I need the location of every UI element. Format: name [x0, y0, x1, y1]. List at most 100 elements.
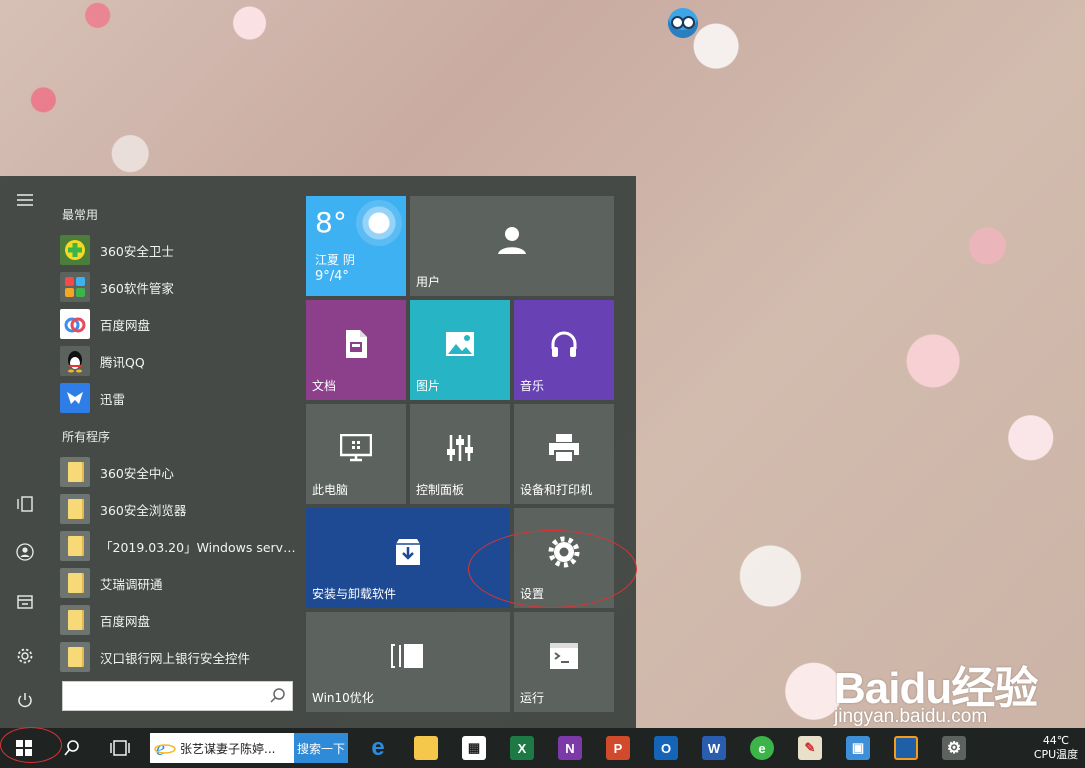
taskbar-360-browser[interactable]: e	[738, 728, 786, 768]
task-view-button[interactable]	[96, 728, 144, 768]
app-baidu-netdisk[interactable]: 百度网盘	[60, 307, 296, 341]
powerpoint-icon: P	[606, 736, 630, 760]
taskbar-excel[interactable]: X	[498, 728, 546, 768]
app-label: 腾讯QQ	[100, 354, 145, 370]
folder-icon	[60, 457, 90, 487]
taskbar-search-button[interactable]	[48, 728, 96, 768]
taskbar-file-explorer[interactable]	[402, 728, 450, 768]
weather-location: 江夏 阴	[315, 253, 355, 267]
tile-settings[interactable]: 设置	[514, 508, 614, 608]
app-label: 百度网盘	[100, 317, 151, 333]
folder-icon	[414, 736, 438, 760]
tile-install-uninstall[interactable]: 安装与卸载软件	[306, 508, 510, 608]
tile-this-pc[interactable]: 此电脑	[306, 404, 406, 504]
tile-label: 设置	[520, 587, 545, 601]
taskbar-word[interactable]: W	[690, 728, 738, 768]
svg-text:e: e	[156, 738, 165, 759]
ie-icon: e	[154, 738, 176, 759]
tile-weather[interactable]: 8° 江夏 阴 9°/4°	[306, 196, 406, 296]
app-label: 迅雷	[100, 391, 126, 407]
sliders-icon	[445, 433, 475, 463]
app-360-software[interactable]: 360软件管家	[60, 270, 296, 304]
onenote-icon: N	[558, 736, 582, 760]
360-browser-icon: e	[750, 736, 774, 760]
tile-run[interactable]: 运行	[514, 612, 614, 712]
folder-icon	[60, 605, 90, 635]
folder-360-browser[interactable]: 360安全浏览器	[60, 492, 296, 526]
search-icon[interactable]	[269, 687, 287, 705]
taskbar-onenote[interactable]: N	[546, 728, 594, 768]
tile-control-panel[interactable]: 控制面板	[410, 404, 510, 504]
power-icon[interactable]	[0, 680, 50, 720]
search-go-button[interactable]: 搜索一下	[294, 733, 348, 763]
app-label: 「2019.03.20」Windows server...	[100, 539, 296, 555]
app-label: 360软件管家	[100, 280, 174, 296]
tile-label: 控制面板	[416, 483, 465, 497]
task-view-icon[interactable]	[0, 484, 50, 524]
taskbar-virtualbox[interactable]	[882, 728, 930, 768]
taskbar-paint[interactable]: ✎	[786, 728, 834, 768]
360-software-icon	[60, 272, 90, 302]
cpu-temperature-label: CPU温度	[1033, 748, 1079, 761]
paint-palette-icon: ✎	[798, 736, 822, 760]
tile-label: 此电脑	[312, 483, 349, 497]
ie-search-box[interactable]: e 张艺谋妻子陈婷...	[150, 733, 294, 763]
install-box-icon	[393, 538, 423, 566]
folder-icon	[60, 642, 90, 672]
hamburger-menu-icon[interactable]	[0, 180, 50, 220]
cpu-temperature-value: 44℃	[1042, 734, 1070, 747]
user-icon	[496, 224, 528, 256]
tile-label: 安装与卸载软件	[312, 587, 397, 601]
taskbar-settings[interactable]: ⚙	[930, 728, 978, 768]
search-icon	[64, 740, 79, 756]
app-label: 360安全卫士	[100, 243, 174, 259]
baidu-netdisk-icon	[60, 309, 90, 339]
tile-label: 用户	[416, 275, 441, 289]
app-360-safe[interactable]: 360安全卫士	[60, 233, 296, 267]
taskbar-outlook[interactable]: O	[642, 728, 690, 768]
tile-label: 文档	[312, 379, 337, 393]
folder-windows-server[interactable]: 「2019.03.20」Windows server...	[60, 529, 296, 563]
folder-hankou-bank[interactable]: 汉口银行网上银行安全控件	[60, 640, 296, 674]
folder-360-security-center[interactable]: 360安全中心	[60, 455, 296, 489]
all-programs-heading: 所有程序	[62, 430, 111, 444]
user-account-icon[interactable]	[0, 532, 50, 572]
folder-iresearch[interactable]: 艾瑞调研通	[60, 566, 296, 600]
taskbar-edge[interactable]: e	[354, 728, 402, 768]
tile-user[interactable]: 用户	[410, 196, 614, 296]
tile-label: 图片	[416, 379, 441, 393]
app-label: 艾瑞调研通	[100, 576, 163, 592]
weather-temperature: 8°	[315, 206, 347, 239]
app-xunlei[interactable]: 迅雷	[60, 381, 296, 415]
excel-icon: X	[510, 736, 534, 760]
app-tencent-qq[interactable]: 腾讯QQ	[60, 344, 296, 378]
tile-devices-printers[interactable]: 设备和打印机	[514, 404, 614, 504]
tile-music[interactable]: 音乐	[514, 300, 614, 400]
folder-baidu-netdisk[interactable]: 百度网盘	[60, 603, 296, 637]
tile-pictures[interactable]: 图片	[410, 300, 510, 400]
optimize-icon	[391, 643, 425, 669]
taskbar-powerpoint[interactable]: P	[594, 728, 642, 768]
file-explorer-icon[interactable]	[0, 582, 50, 622]
cpu-temperature-tray[interactable]: 44℃ CPU温度	[1027, 734, 1085, 762]
document-icon	[343, 329, 369, 359]
taskbar-remote-app[interactable]: ▣	[834, 728, 882, 768]
start-search-input[interactable]	[69, 682, 263, 710]
start-menu: 最常用 360安全卫士 360软件管家 百度网盘 腾讯QQ 迅雷 所有程序 36…	[0, 176, 636, 728]
store-bag-icon: ▦	[462, 736, 486, 760]
remote-desktop-icon: ▣	[846, 736, 870, 760]
tile-win10-optimize[interactable]: Win10优化	[306, 612, 510, 712]
start-search-box[interactable]	[62, 681, 293, 711]
settings-gear-icon[interactable]	[0, 636, 50, 676]
virtualbox-icon	[894, 736, 918, 760]
taskbar-store[interactable]: ▦	[450, 728, 498, 768]
folder-icon	[60, 568, 90, 598]
most-used-heading: 最常用	[62, 208, 99, 222]
app-label: 360安全中心	[100, 465, 174, 481]
desktop-owl-icon[interactable]	[668, 8, 698, 38]
tile-label: 设备和打印机	[520, 483, 593, 497]
baidu-jingyan-watermark: Baidu经验 jingyan.baidu.com	[834, 652, 1038, 727]
windows-logo-icon	[16, 740, 32, 756]
tile-documents[interactable]: 文档	[306, 300, 406, 400]
start-button[interactable]	[0, 728, 48, 768]
